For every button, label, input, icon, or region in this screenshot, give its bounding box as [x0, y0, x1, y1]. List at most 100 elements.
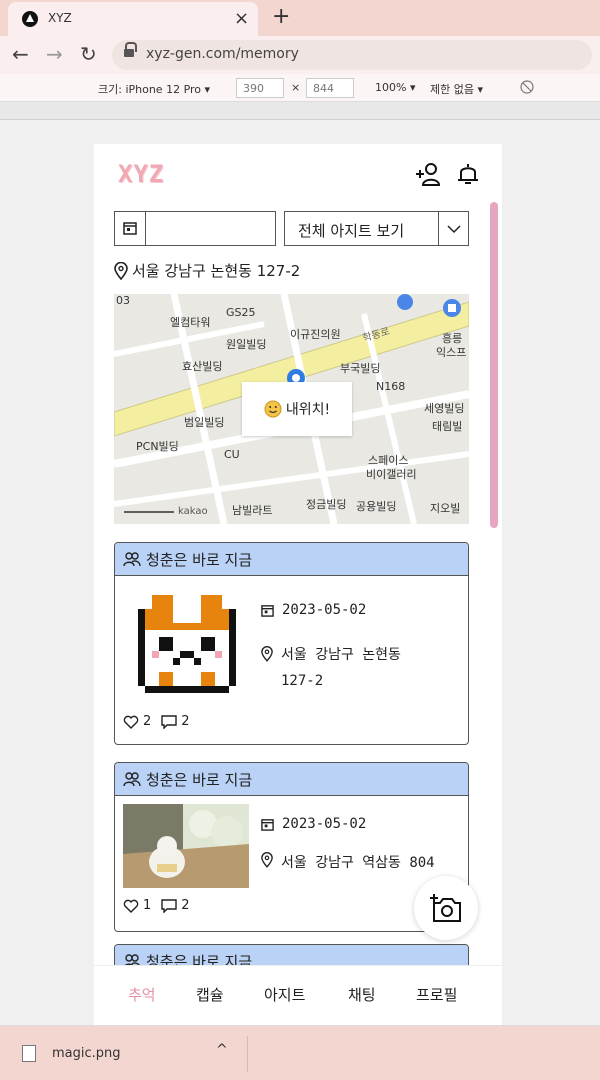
card-header: 청춘은 바로 지금: [115, 763, 468, 796]
card-date-text: 2023-05-02: [282, 602, 367, 618]
site-favicon-icon: [22, 11, 38, 27]
card-date: 2023-05-02: [261, 602, 366, 618]
browser-tab[interactable]: XYZ ×: [8, 2, 258, 36]
date-picker-cell[interactable]: [115, 212, 146, 245]
device-toolbar: 크기: iPhone 12 Pro ▾ 390 × 844 100% ▾ 제한 …: [0, 74, 600, 102]
comment-count: 2: [181, 898, 190, 913]
add-friend-icon[interactable]: [414, 160, 442, 188]
heart-icon[interactable]: [123, 715, 139, 729]
map-pin-icon: [261, 646, 273, 662]
azit-filter-select[interactable]: 전체 아지트 보기: [284, 211, 469, 246]
new-tab-button[interactable]: +: [272, 4, 290, 29]
like-count: 1: [143, 898, 152, 913]
card-location: 서울 강남구 논현동 127-2: [261, 642, 441, 694]
map-label: 엘컴타워: [170, 316, 211, 329]
like-count: 2: [143, 714, 152, 729]
map-label: 태림빌: [432, 420, 463, 433]
lock-icon: [124, 42, 137, 57]
notification-bell-icon[interactable]: [454, 160, 482, 188]
group-icon: [123, 552, 141, 567]
media-query-ruler: [0, 102, 600, 120]
nav-profile[interactable]: 프로필: [416, 984, 457, 1005]
map-label: 범일빌딩: [184, 416, 225, 429]
device-select[interactable]: 크기: iPhone 12 Pro ▾: [98, 81, 210, 97]
app-logo: XYZ: [118, 160, 165, 188]
select-arrow-cell[interactable]: [438, 212, 468, 245]
map-label: 효산빌딩: [182, 360, 223, 373]
map-label: 이규진의원: [290, 328, 341, 341]
group-icon: [123, 772, 141, 787]
card-title: 청춘은 바로 지금: [146, 770, 253, 789]
dog-photo-image: [123, 804, 249, 888]
browser-tab-strip: XYZ × +: [0, 0, 600, 36]
map-pin-icon: [261, 852, 273, 868]
calendar-icon: [261, 819, 274, 831]
nav-memory[interactable]: 추억: [128, 984, 156, 1005]
throttle-select[interactable]: 제한 없음 ▾: [430, 81, 483, 97]
memory-card[interactable]: 청춘은 바로 지금: [114, 542, 469, 745]
tab-close-icon[interactable]: ×: [234, 8, 249, 29]
azit-filter-label: 전체 아지트 보기: [298, 222, 405, 240]
url-text: xyz-gen.com/memory: [146, 46, 299, 62]
comment-count: 2: [181, 714, 190, 729]
my-location-popup: 내위치!: [242, 382, 352, 436]
camera-button[interactable]: [414, 876, 478, 940]
calendar-icon: [261, 605, 274, 617]
location-map[interactable]: 03 엘컴타워 GS25 이규진의원 학동로 원일빌딩 효산빌딩 부국빌딩 N1…: [114, 294, 469, 524]
device-width-field[interactable]: 390: [236, 78, 284, 98]
map-attribution: kakao: [178, 506, 208, 517]
nav-chat[interactable]: 채팅: [348, 984, 376, 1005]
zoom-select[interactable]: 100% ▾: [375, 81, 415, 94]
add-photo-camera-icon: [430, 894, 461, 922]
map-label: CU: [224, 448, 240, 461]
map-pin-icon: [114, 261, 128, 280]
map-label: 익스프: [436, 346, 467, 359]
card-header: 청춘은 바로 지금: [115, 543, 468, 576]
bottom-navigation: 추억 캡슐 아지트 채팅 프로필: [94, 965, 502, 1025]
map-label: GS25: [226, 306, 256, 319]
map-label: 공용빌딩: [356, 500, 397, 513]
image-file-icon: [22, 1045, 36, 1062]
device-height-field[interactable]: 844: [306, 78, 354, 98]
date-filter-input[interactable]: [114, 211, 276, 246]
smiley-icon: [264, 400, 282, 418]
back-icon[interactable]: ←: [12, 42, 29, 66]
card-reactions: 1 2: [123, 898, 190, 913]
rotate-disabled-icon[interactable]: [520, 80, 534, 94]
map-label: 비이갤러리: [366, 468, 417, 481]
map-label: PCN빌딩: [136, 440, 179, 453]
dimension-separator: ×: [291, 81, 301, 94]
card-reactions: 2 2: [123, 714, 190, 729]
heart-icon[interactable]: [123, 899, 139, 913]
map-label: 남빌라트: [232, 504, 273, 517]
chevron-up-icon[interactable]: ^: [216, 1042, 228, 1058]
nav-azit[interactable]: 아지트: [264, 984, 305, 1005]
url-field[interactable]: xyz-gen.com/memory: [112, 40, 592, 70]
chevron-down-icon: [447, 225, 461, 234]
map-label: 원일빌딩: [226, 338, 267, 351]
card-date: 2023-05-02: [261, 816, 366, 832]
map-label: N168: [376, 380, 406, 393]
map-label: 지오빌: [430, 502, 461, 515]
map-label: 정금빌딩: [306, 498, 347, 511]
tab-title: XYZ: [48, 11, 72, 25]
scrollbar[interactable]: [490, 202, 498, 528]
card-location-text: 서울 강남구 역삼동 804: [281, 855, 435, 871]
card-location-text: 서울 강남구 논현동 127-2: [281, 647, 401, 689]
nav-capsule[interactable]: 캡슐: [196, 984, 224, 1005]
calendar-icon: [123, 222, 137, 235]
download-filename: magic.png: [52, 1046, 121, 1061]
forward-icon[interactable]: →: [46, 42, 63, 66]
download-item[interactable]: magic.png ^: [8, 1036, 248, 1072]
reload-icon[interactable]: ↻: [80, 42, 97, 66]
phone-viewport: XYZ 전체 아지트 보기 서울 강남구 논현동 127-2 03 엘컴타워 G…: [94, 144, 502, 1025]
comment-icon[interactable]: [161, 714, 177, 729]
current-location: 서울 강남구 논현동 127-2: [114, 260, 300, 281]
download-shelf: magic.png ^: [0, 1025, 600, 1080]
hamster-image: [138, 595, 236, 693]
comment-icon[interactable]: [161, 898, 177, 913]
card-date-text: 2023-05-02: [282, 816, 367, 832]
map-label: 03: [116, 294, 130, 307]
map-label: 세영빌딩: [424, 402, 465, 415]
my-location-label: 내위치!: [285, 402, 331, 418]
